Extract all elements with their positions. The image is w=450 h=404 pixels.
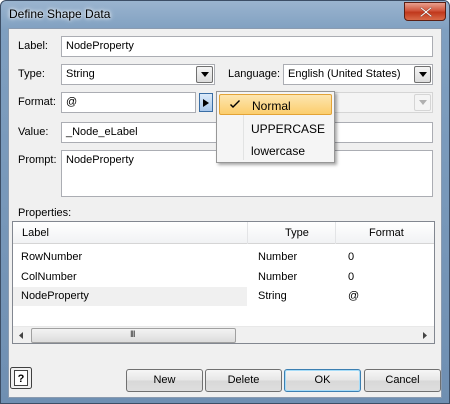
row-type: Number: [258, 271, 298, 283]
row-label: NodeProperty: [21, 290, 89, 302]
type-select[interactable]: String: [61, 64, 215, 85]
language-dropdown-button[interactable]: [414, 66, 431, 83]
dialog-title: Define Shape Data: [9, 7, 111, 21]
type-caption: Type:: [18, 68, 45, 80]
language-caption: Language:: [228, 68, 280, 80]
help-button[interactable]: ?: [10, 367, 32, 389]
column-header-format[interactable]: Format: [336, 222, 434, 244]
properties-caption: Properties:: [18, 207, 72, 219]
language-value: English (United States): [288, 68, 401, 80]
label-caption: Label:: [18, 40, 48, 52]
scroll-right-button[interactable]: [417, 327, 434, 343]
new-button[interactable]: New: [126, 369, 203, 392]
horizontal-scrollbar[interactable]: III: [13, 326, 434, 343]
menu-item-normal[interactable]: Normal: [219, 94, 332, 115]
scroll-thumb[interactable]: III: [31, 328, 236, 343]
format-picker-button[interactable]: [199, 93, 213, 112]
table-row[interactable]: ColNumber Number 0: [13, 268, 434, 287]
menu-item-lowercase[interactable]: lowercase: [219, 140, 332, 161]
table-row-selected[interactable]: NodeProperty String @: [13, 287, 434, 306]
row-type: String: [258, 290, 287, 302]
chevron-left-icon: [19, 332, 23, 339]
menu-item-label: UPPERCASE: [251, 122, 326, 136]
row-label: RowNumber: [21, 251, 83, 263]
menu-item-uppercase[interactable]: UPPERCASE: [219, 118, 332, 139]
row-format: 0: [348, 251, 355, 263]
column-title: Label: [22, 227, 49, 239]
column-title: Format: [369, 227, 404, 239]
prompt-caption: Prompt:: [18, 154, 57, 166]
svg-text:?: ?: [18, 373, 25, 385]
list-header: Label Type Format: [13, 222, 434, 244]
type-dropdown-button[interactable]: [196, 66, 213, 83]
chevron-down-icon: [201, 72, 209, 77]
table-row[interactable]: RowNumber Number 0: [13, 248, 434, 267]
menu-item-label: lowercase: [251, 144, 306, 158]
row-type: Number: [258, 251, 298, 263]
format-menu: Normal UPPERCASE lowercase: [216, 91, 335, 163]
column-title: Type: [285, 227, 309, 239]
delete-button[interactable]: Delete: [205, 369, 282, 392]
chevron-down-icon: [419, 72, 427, 77]
close-icon: [420, 7, 432, 17]
scroll-grip: III: [130, 329, 135, 339]
format-caption: Format:: [18, 96, 56, 108]
row-format: 0: [348, 271, 355, 283]
title-bar[interactable]: Define Shape Data: [1, 1, 449, 27]
language-select[interactable]: English (United States): [283, 64, 433, 85]
cancel-button[interactable]: Cancel: [364, 369, 441, 392]
calendar-dropdown-button: [414, 94, 431, 111]
properties-list[interactable]: Label Type Format RowNumber Number 0 Col…: [12, 221, 435, 344]
check-icon: [230, 100, 240, 108]
chevron-down-icon: [419, 100, 427, 105]
column-header-type[interactable]: Type: [248, 222, 336, 244]
chevron-right-icon: [423, 332, 427, 339]
close-button[interactable]: [404, 2, 446, 21]
ok-button[interactable]: OK: [284, 369, 361, 392]
format-field[interactable]: @: [61, 92, 196, 113]
type-value: String: [66, 68, 95, 80]
scroll-left-button[interactable]: [13, 327, 30, 343]
label-field[interactable]: NodeProperty: [61, 36, 433, 57]
column-header-label[interactable]: Label: [13, 222, 248, 244]
chevron-right-icon: [203, 99, 209, 107]
row-label: ColNumber: [21, 271, 77, 283]
help-icon: ?: [10, 367, 32, 389]
row-format: @: [348, 290, 360, 302]
value-caption: Value:: [18, 126, 49, 138]
menu-item-label: Normal: [252, 99, 291, 113]
